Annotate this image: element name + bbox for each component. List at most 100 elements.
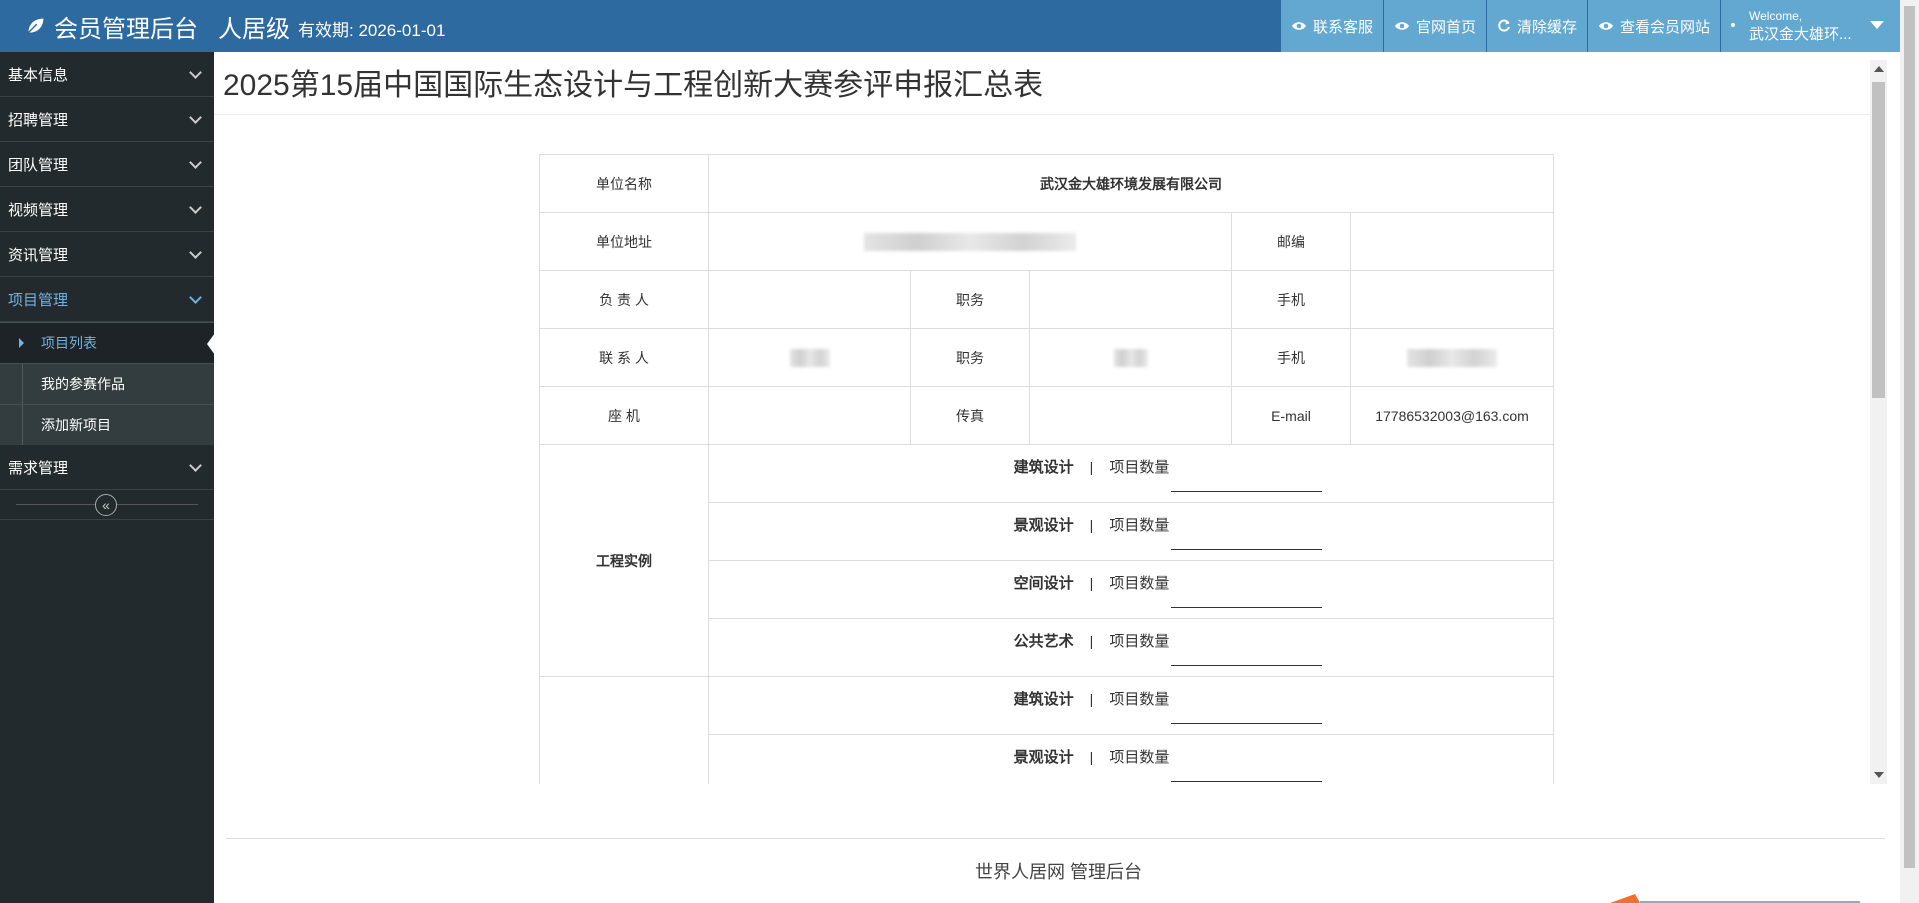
brand[interactable]: 会员管理后台 [24, 0, 198, 52]
contact-person-value [708, 328, 911, 387]
clear-cache-label: 清除缓存 [1516, 18, 1577, 36]
email-value: 17786532003@163.com [1350, 386, 1554, 445]
official-home-button[interactable]: 官网首页 [1382, 0, 1486, 52]
contact-mobile-value [1350, 328, 1554, 387]
category-name: 景观设计 [1013, 748, 1074, 766]
quantity-label: 项目数量 [1109, 690, 1170, 708]
sidebar-subitem-project-list[interactable]: 项目列表 [0, 322, 215, 363]
projects-submenu: 项目列表 我的参赛作品 添加新项目 [0, 322, 215, 445]
fax-label: 传真 [910, 386, 1030, 445]
position-label: 职务 [910, 270, 1030, 329]
sidebar-subitem-label: 我的参赛作品 [41, 376, 125, 392]
separator: | [1089, 516, 1094, 533]
unit-address-label: 单位地址 [539, 212, 709, 271]
quantity-input[interactable] [1171, 467, 1323, 492]
category-name: 建筑设计 [1013, 690, 1074, 708]
sidebar-item-basic-info[interactable]: 基本信息 [0, 52, 214, 97]
quantity-label: 项目数量 [1109, 516, 1170, 534]
separator: | [1089, 632, 1094, 649]
clear-cache-button[interactable]: 清除缓存 [1485, 0, 1587, 52]
contact-mobile-label: 手机 [1231, 328, 1351, 387]
quantity-input[interactable] [1171, 699, 1323, 724]
sidebar-subitem-my-entries[interactable]: 我的参赛作品 [0, 363, 214, 404]
category-row: 景观设计 | 项目数量 [708, 734, 1554, 784]
contact-service-label: 联系客服 [1312, 18, 1373, 36]
category-name: 公共艺术 [1013, 632, 1074, 650]
sidebar-item-demand[interactable]: 需求管理 [0, 445, 214, 490]
category-row: 景观设计 | 项目数量 [708, 502, 1554, 561]
person-in-charge-value [708, 270, 911, 329]
username: 武汉金大雄环... [1749, 26, 1852, 43]
inner-scrollbar[interactable] [1870, 60, 1887, 784]
member-level: 人居级 有效期: 2026-01-01 [218, 0, 445, 52]
tree-line [22, 405, 23, 445]
sidebar-item-video[interactable]: 视频管理 [0, 187, 214, 232]
sidebar-item-recruitment[interactable]: 招聘管理 [0, 97, 214, 142]
second-group-label [539, 676, 709, 784]
table-row: 座 机 传真 E-mail 17786532003@163.com [539, 386, 1554, 445]
contact-position-value [1029, 328, 1232, 387]
sidebar-item-label: 项目管理 [8, 291, 69, 309]
chevron-down-icon [189, 459, 202, 472]
sidebar: 基本信息 招聘管理 团队管理 视频管理 资讯管理 项目管理 项目列表 我的参赛作… [0, 52, 215, 903]
scroll-up-icon[interactable] [1874, 66, 1884, 72]
postcode-value [1350, 212, 1554, 271]
sidebar-item-projects[interactable]: 项目管理 [0, 277, 214, 322]
mobile-value [1350, 270, 1554, 329]
position-value [1029, 270, 1232, 329]
page-scrollbar[interactable] [1900, 0, 1919, 903]
quantity-input[interactable] [1171, 757, 1323, 782]
sidebar-item-news[interactable]: 资讯管理 [0, 232, 214, 277]
leaf-icon [26, 17, 45, 35]
separator: | [1089, 690, 1094, 707]
chevron-down-icon [189, 156, 202, 169]
landline-label: 座 机 [539, 386, 709, 445]
landline-value [708, 386, 911, 445]
sidebar-item-team[interactable]: 团队管理 [0, 142, 214, 187]
form-scroll-area[interactable]: 单位名称 武汉金大雄环境发展有限公司 单位地址 邮编 负 责 人 职务 手机 联… [214, 116, 1870, 784]
double-chevron-left-icon[interactable]: « [95, 494, 117, 516]
corner-decoration [1610, 894, 1860, 903]
caret-right-icon [19, 338, 24, 348]
chevron-down-icon [189, 201, 202, 214]
chevron-down-icon [189, 111, 202, 124]
postcode-label: 邮编 [1231, 212, 1351, 271]
category-name: 景观设计 [1013, 516, 1074, 534]
email-label: E-mail [1231, 386, 1351, 445]
sidebar-collapse-bar: « [0, 490, 214, 520]
quantity-input[interactable] [1171, 583, 1323, 608]
category-row: 建筑设计 | 项目数量 [708, 676, 1554, 735]
contact-position-label: 职务 [910, 328, 1030, 387]
redacted-text [789, 348, 830, 367]
view-member-site-button[interactable]: 查看会员网站 [1586, 0, 1720, 52]
category-row: 建筑设计 | 项目数量 [708, 444, 1554, 503]
navbar-buttons: 联系客服 官网首页 清除缓存 查看会员网站 Welcome, 武汉金大雄环... [1279, 0, 1900, 52]
divider [214, 114, 1870, 115]
unit-name-value: 武汉金大雄环境发展有限公司 [708, 154, 1554, 213]
redacted-text [1113, 348, 1148, 367]
fax-value [1029, 386, 1232, 445]
user-menu[interactable]: Welcome, 武汉金大雄环... [1720, 0, 1900, 52]
table-row: 负 责 人 职务 手机 [539, 270, 1554, 329]
eye-icon [1598, 22, 1613, 30]
view-member-site-label: 查看会员网站 [1619, 18, 1710, 36]
tree-line [22, 364, 23, 404]
redacted-text [864, 232, 1076, 251]
table-row: 建筑设计 | 项目数量 [539, 676, 1554, 784]
quantity-input[interactable] [1171, 641, 1323, 666]
eye-icon [1291, 22, 1306, 30]
footer-text: 世界人居网 管理后台 [975, 862, 1143, 882]
scrollbar-thumb[interactable] [1904, 6, 1915, 868]
sidebar-subitem-add-project[interactable]: 添加新项目 [0, 404, 214, 445]
table-row: 单位地址 邮编 [539, 212, 1554, 271]
scrollbar-thumb[interactable] [1872, 82, 1885, 398]
redacted-text [1407, 348, 1497, 367]
contact-service-button[interactable]: 联系客服 [1279, 0, 1383, 52]
scroll-down-icon[interactable] [1874, 772, 1884, 778]
validity-date: 有效期: 2026-01-01 [298, 20, 446, 40]
brand-title: 会员管理后台 [54, 15, 198, 43]
unit-address-value [708, 212, 1232, 271]
sidebar-subitem-label: 项目列表 [41, 335, 97, 351]
level-label: 人居级 [218, 15, 290, 43]
quantity-input[interactable] [1171, 525, 1323, 550]
